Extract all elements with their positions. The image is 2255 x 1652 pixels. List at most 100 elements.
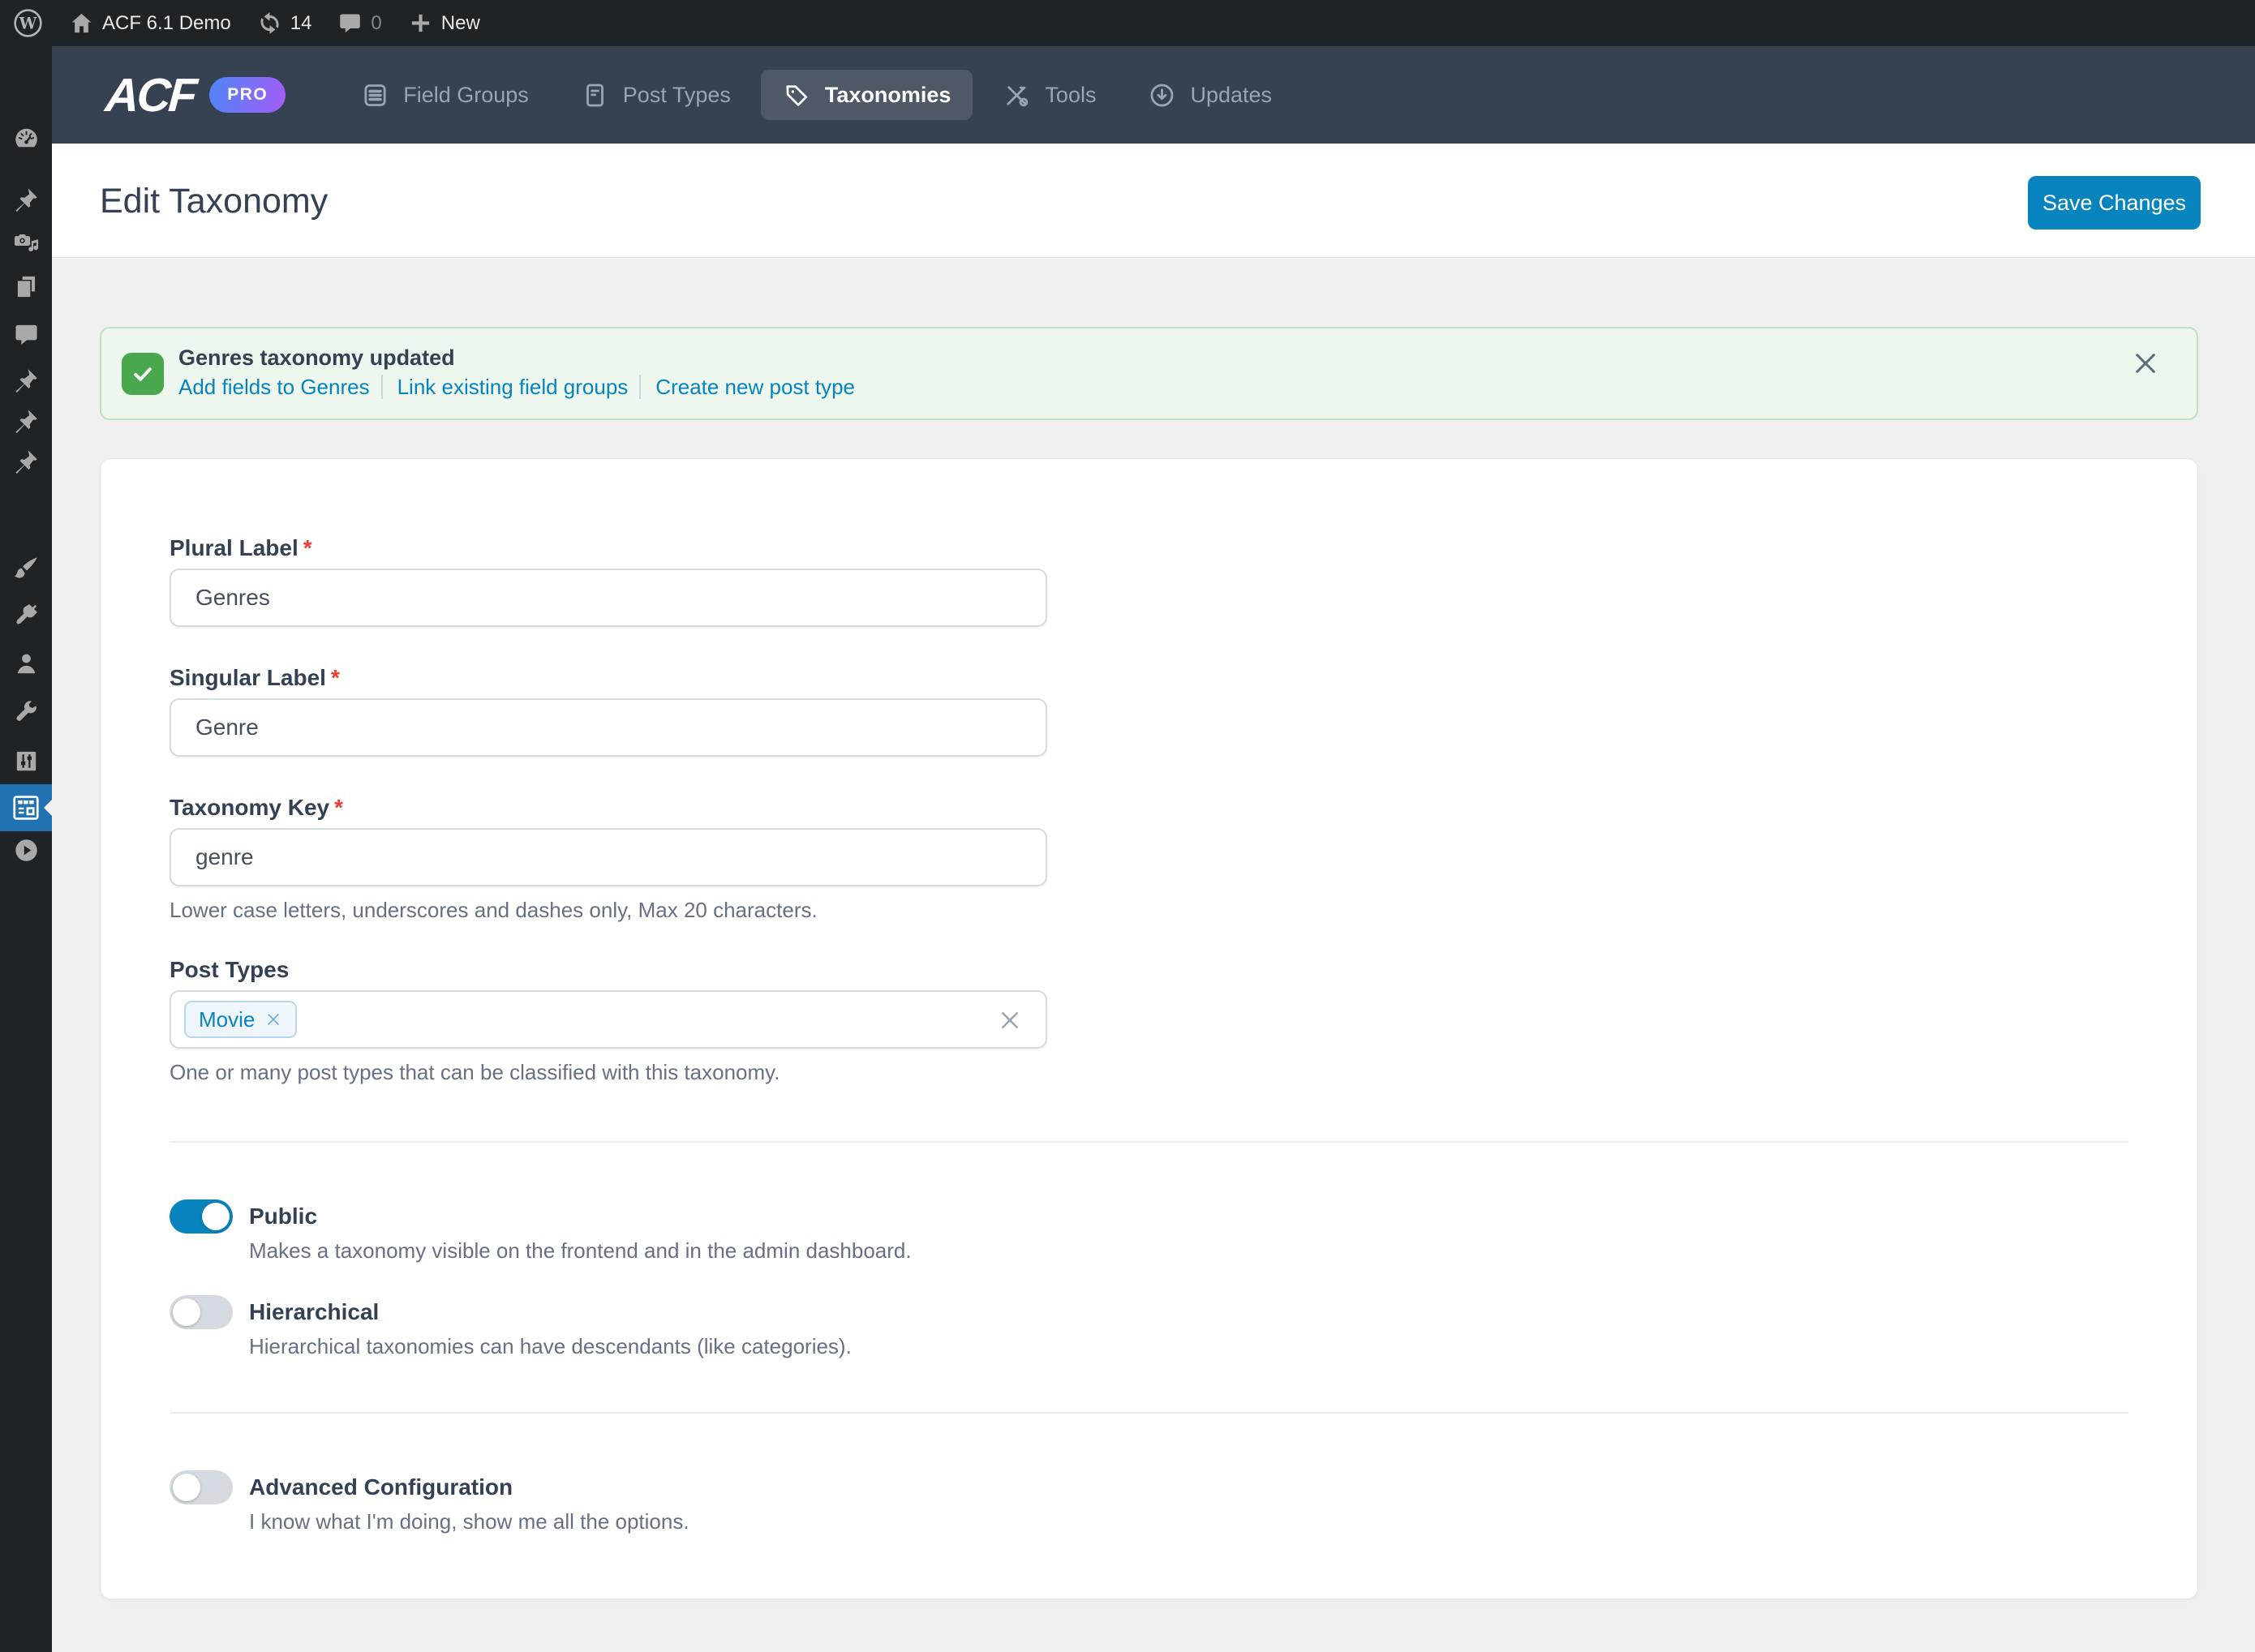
- close-icon: [997, 1007, 1023, 1033]
- comments-menu[interactable]: 0: [337, 11, 381, 36]
- page-title: Edit Taxonomy: [100, 182, 328, 221]
- new-content-menu[interactable]: New: [408, 11, 480, 36]
- sidebar-item-settings-sliders[interactable]: [0, 744, 52, 777]
- sidebar-item-pushpin[interactable]: [0, 404, 52, 436]
- field-groups-icon: [361, 81, 389, 109]
- notice-link[interactable]: Link existing field groups: [381, 375, 629, 399]
- nav-tab-taxonomies[interactable]: Taxonomies: [761, 70, 973, 120]
- toggle-text: HierarchicalHierarchical taxonomies can …: [249, 1295, 852, 1358]
- field-plural-label: Plural Label*: [170, 534, 2128, 627]
- new-label: New: [441, 12, 480, 35]
- toggle-knob: [173, 1298, 200, 1326]
- comments-count: 0: [371, 12, 381, 35]
- required-asterisk: *: [331, 665, 340, 690]
- wp-logo-menu[interactable]: W: [13, 8, 43, 38]
- remove-tag-icon[interactable]: [264, 1011, 282, 1028]
- pushpin-icon: [13, 448, 40, 474]
- comment-bubble-icon: [337, 11, 363, 36]
- sidebar-item-comments[interactable]: [0, 318, 52, 350]
- page-header: Edit Taxonomy Save Changes: [52, 144, 2255, 258]
- toggle-knob: [202, 1203, 230, 1230]
- notice-link[interactable]: Create new post type: [639, 375, 855, 399]
- pushpin-icon: [13, 186, 40, 212]
- wp-admin-sidebar: [0, 46, 52, 1652]
- nav-tab-label: Taxonomies: [825, 83, 951, 108]
- toggle-label: Advanced Configuration: [249, 1470, 689, 1504]
- sidebar-item-users[interactable]: [0, 647, 52, 680]
- save-changes-button[interactable]: Save Changes: [2028, 176, 2201, 230]
- site-name-link[interactable]: ACF 6.1 Demo: [69, 11, 231, 36]
- toggle-group-advanced: Advanced ConfigurationI know what I'm do…: [170, 1470, 2128, 1534]
- sidebar-item-appearance-brush[interactable]: [0, 551, 52, 584]
- clear-select-icon[interactable]: [997, 1007, 1023, 1033]
- field-label: Singular Label*: [170, 664, 2128, 692]
- public-toggle[interactable]: [170, 1199, 233, 1234]
- taxonomy-key-input[interactable]: [170, 828, 1047, 886]
- field-label: Taxonomy Key*: [170, 794, 2128, 822]
- site-name: ACF 6.1 Demo: [102, 12, 231, 35]
- nav-tab-updates[interactable]: Updates: [1126, 70, 1294, 120]
- plus-icon: [408, 11, 433, 36]
- sidebar-item-pushpin[interactable]: [0, 363, 52, 396]
- pages-icon: [13, 273, 40, 300]
- post-types-icon: [581, 81, 609, 109]
- updates-count: 14: [290, 12, 312, 35]
- play-circle-icon: [13, 837, 40, 864]
- taxonomy-settings-card: Plural Label* Singular Label* Taxonomy Key…: [100, 458, 2198, 1599]
- sidebar-item-acf-table[interactable]: [0, 784, 52, 831]
- sidebar-item-tools-wrench[interactable]: [0, 696, 52, 728]
- toggle-row-advanced-configuration: Advanced ConfigurationI know what I'm do…: [170, 1470, 2128, 1534]
- updates-menu[interactable]: 14: [257, 11, 312, 36]
- tools-icon: [1003, 81, 1031, 109]
- sidebar-item-media[interactable]: [0, 227, 52, 260]
- sidebar-item-play-circle[interactable]: [0, 834, 52, 866]
- content-area: Genres taxonomy updated Add fields to Ge…: [52, 258, 2255, 1652]
- acf-logo[interactable]: ACF: [104, 68, 197, 122]
- sidebar-item-pushpin[interactable]: [0, 444, 52, 477]
- acf-nav-items: Field Groups Post Types Taxonomies Tools Upd…: [339, 70, 1294, 120]
- hierarchical-toggle[interactable]: [170, 1295, 233, 1329]
- selected-post-types: Movie: [184, 1001, 297, 1038]
- sidebar-item-pages[interactable]: [0, 270, 52, 303]
- pushpin-icon: [13, 407, 40, 434]
- comments-icon: [13, 321, 40, 348]
- wordpress-logo-icon: W: [13, 8, 43, 38]
- nav-tab-tools[interactable]: Tools: [981, 70, 1118, 120]
- plural-label-input[interactable]: [170, 569, 1047, 627]
- toggle-description: Makes a taxonomy visible on the frontend…: [249, 1238, 912, 1263]
- post-types-select[interactable]: Movie: [170, 990, 1047, 1049]
- nav-tab-label: Tools: [1045, 83, 1096, 108]
- required-asterisk: *: [334, 795, 343, 820]
- toggle-label: Hierarchical: [249, 1295, 852, 1329]
- post-type-tag[interactable]: Movie: [184, 1001, 297, 1038]
- sidebar-item-dashboard[interactable]: [0, 121, 52, 153]
- post-types-label: Post Types: [170, 956, 2128, 984]
- nav-tab-label: Post Types: [623, 83, 731, 108]
- plugins-plug-icon: [13, 602, 40, 629]
- nav-tab-label: Updates: [1190, 83, 1272, 108]
- toggle-row-hierarchical: HierarchicalHierarchical taxonomies can …: [170, 1295, 2128, 1358]
- success-notice: Genres taxonomy updated Add fields to Ge…: [100, 327, 2198, 420]
- notice-body: Genres taxonomy updated Add fields to Ge…: [178, 344, 855, 404]
- toggle-text: Public Makes a taxonomy visible on the fr…: [249, 1199, 912, 1263]
- sidebar-item-pushpin[interactable]: [0, 182, 52, 215]
- sidebar-item-plugins-plug[interactable]: [0, 599, 52, 631]
- pushpin-icon: [13, 367, 40, 393]
- nav-tab-field-groups[interactable]: Field Groups: [339, 70, 551, 120]
- advanced-configuration-toggle[interactable]: [170, 1470, 233, 1504]
- home-icon: [69, 11, 94, 36]
- field-help: Lower case letters, underscores and dash…: [170, 898, 2128, 922]
- notice-link[interactable]: Add fields to Genres: [178, 375, 370, 399]
- notice-close-button[interactable]: [2130, 348, 2161, 379]
- notice-title: Genres taxonomy updated: [178, 344, 855, 371]
- basic-fields: Plural Label* Singular Label* Taxonomy Key…: [170, 534, 2128, 922]
- singular-label-input[interactable]: [170, 698, 1047, 757]
- settings-sliders-icon: [13, 748, 40, 775]
- updates-circular-arrows-icon: [257, 11, 282, 36]
- toggle-label: Public: [249, 1199, 912, 1234]
- users-icon: [13, 650, 40, 677]
- media-icon: [13, 230, 40, 257]
- acf-table-icon: [11, 792, 41, 823]
- nav-tab-post-types[interactable]: Post Types: [559, 70, 753, 120]
- divider: [170, 1141, 2128, 1143]
